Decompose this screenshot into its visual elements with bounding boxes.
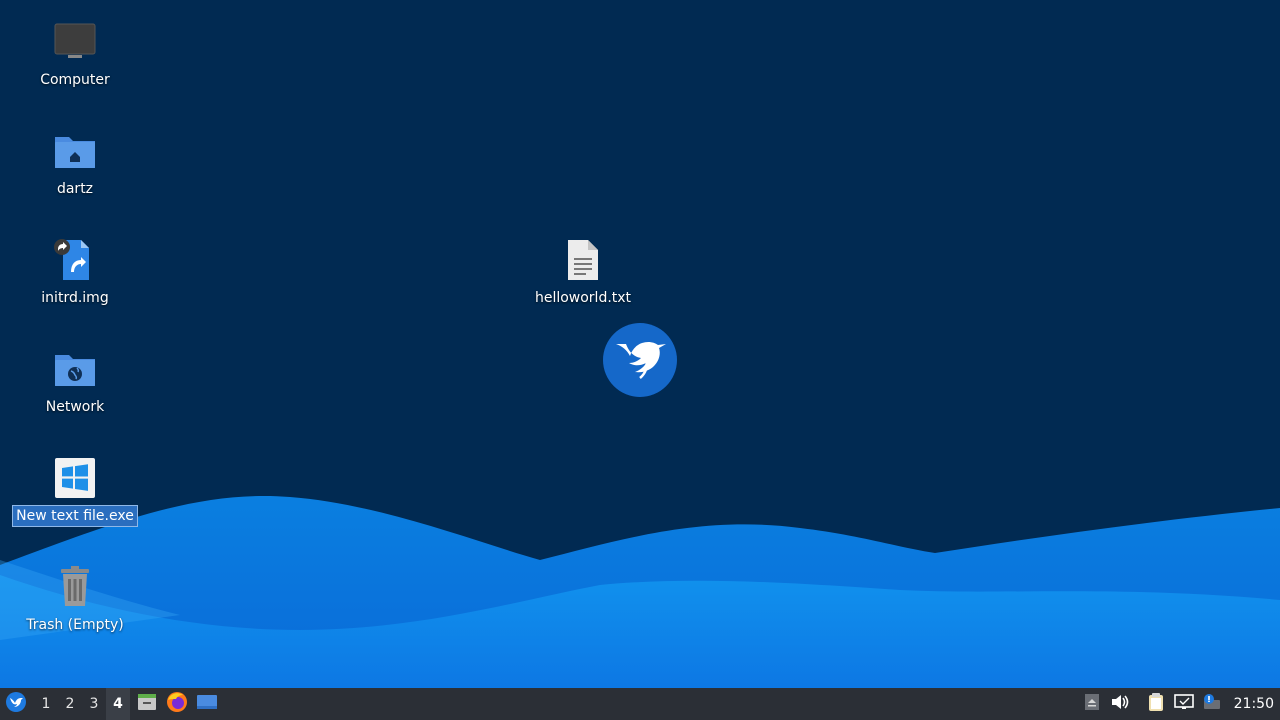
network-button[interactable] (1170, 688, 1198, 720)
workspace-label: 4 (113, 696, 123, 712)
clock[interactable]: 21:50 (1226, 696, 1280, 712)
clipboard-icon (1147, 692, 1165, 716)
firefox-icon (166, 691, 188, 717)
system-tray: 21:50 (1078, 688, 1280, 720)
desktop-icon-dartz[interactable]: dartz (15, 127, 135, 199)
desktop-icon-label: initrd.img (41, 290, 109, 306)
trash-icon (51, 563, 99, 611)
desktop-icon-label: New text file.exe (12, 505, 138, 527)
volume-button[interactable] (1106, 688, 1134, 720)
network-icon (1173, 693, 1194, 715)
whisker-menu-icon (5, 691, 27, 717)
file-manager-launcher[interactable] (132, 688, 162, 720)
symlink-file-icon (51, 236, 99, 284)
workspace-2-button[interactable]: 2 (58, 688, 82, 720)
show-desktop-launcher[interactable] (192, 688, 222, 720)
desktop-icon-label: Network (45, 399, 105, 415)
workspace-3-button[interactable]: 3 (82, 688, 106, 720)
workspace-label: 1 (41, 696, 51, 712)
desktop-icon-label: dartz (56, 181, 94, 197)
notification-icon (1202, 693, 1222, 715)
clipboard-button[interactable] (1142, 688, 1170, 720)
desktop-icon-new-text-file-exe[interactable]: New text file.exe (12, 454, 138, 527)
workspace-label: 3 (89, 696, 99, 712)
taskbar-panel: 1 2 3 4 21:50 (0, 688, 1280, 720)
workspace-label: 2 (65, 696, 75, 712)
notification-button[interactable] (1198, 688, 1226, 720)
desktop-icon-network[interactable]: Network (15, 345, 135, 417)
workspace-4-button[interactable]: 4 (106, 688, 130, 720)
file-manager-icon (137, 693, 157, 715)
whisker-menu-button[interactable] (0, 688, 32, 720)
desktop-icon-label: helloworld.txt (534, 290, 632, 306)
workspace-1-button[interactable]: 1 (34, 688, 58, 720)
desktop-icon-computer[interactable]: Computer (15, 18, 135, 90)
tray-expand-button[interactable] (1078, 688, 1106, 720)
desktop-icon-trash[interactable]: Trash (Empty) (15, 563, 135, 635)
desktop-icon-label: Computer (40, 72, 110, 88)
text-file-icon (559, 236, 607, 284)
desktop-icon-helloworld-txt[interactable]: helloworld.txt (523, 236, 643, 308)
home-folder-icon (51, 127, 99, 175)
hummingbird-logo-icon (602, 322, 678, 398)
firefox-launcher[interactable] (162, 688, 192, 720)
desktop-icon-label: Trash (Empty) (26, 617, 124, 633)
volume-icon (1110, 693, 1130, 715)
desktop[interactable]: Computer dartz initrd.img Network New te… (0, 0, 1280, 688)
show-desktop-icon (196, 693, 218, 715)
computer-icon (51, 18, 99, 66)
network-folder-icon (51, 345, 99, 393)
windows-exe-icon (51, 454, 99, 502)
desktop-icon-initrd[interactable]: initrd.img (15, 236, 135, 308)
tray-expand-icon (1084, 693, 1100, 715)
